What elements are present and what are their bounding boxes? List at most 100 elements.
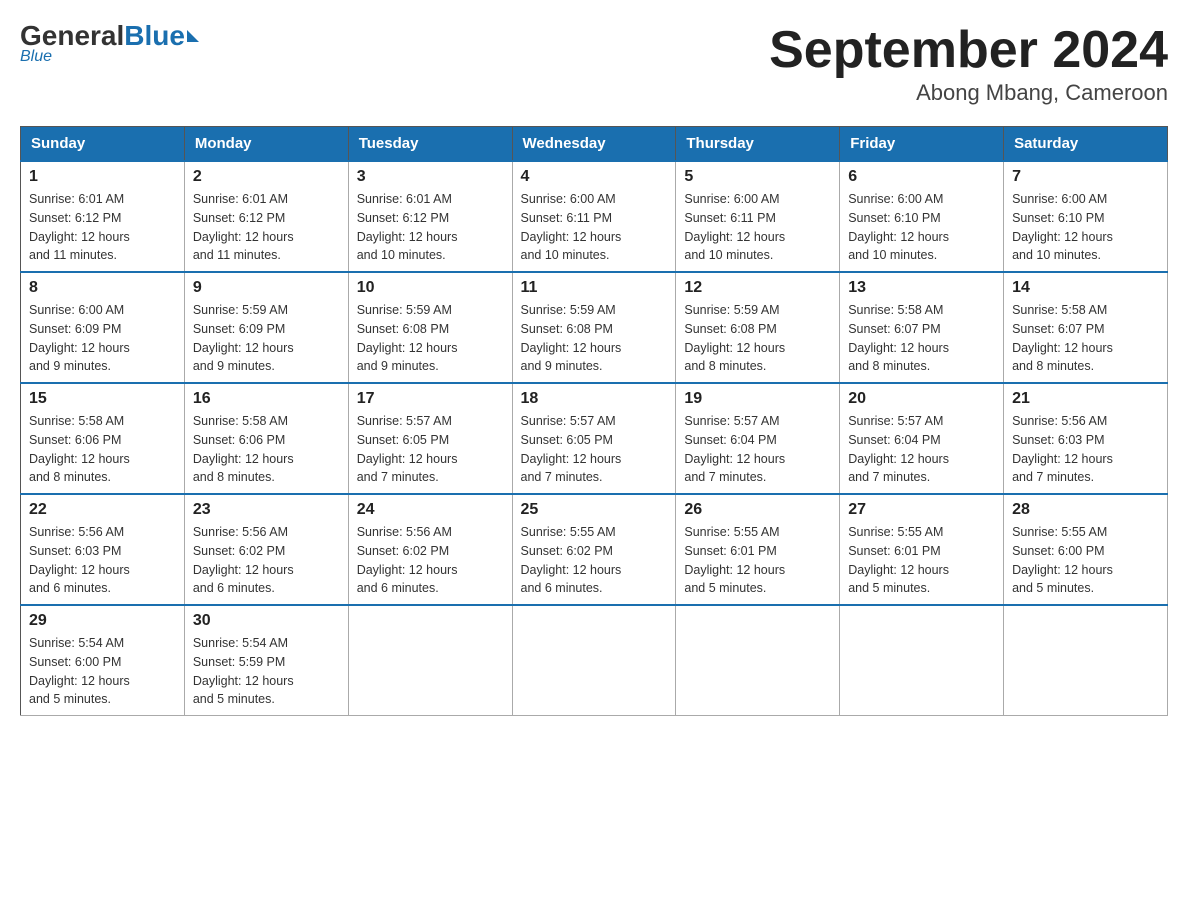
day-number: 11: [521, 279, 668, 297]
day-info: Sunrise: 5:59 AMSunset: 6:09 PMDaylight:…: [193, 303, 294, 373]
day-info: Sunrise: 6:00 AMSunset: 6:11 PMDaylight:…: [684, 192, 785, 262]
logo-underline: Blue: [20, 48, 52, 66]
day-info: Sunrise: 6:00 AMSunset: 6:09 PMDaylight:…: [29, 303, 130, 373]
calendar-cell: 29 Sunrise: 5:54 AMSunset: 6:00 PMDaylig…: [21, 605, 185, 716]
day-info: Sunrise: 5:57 AMSunset: 6:04 PMDaylight:…: [848, 414, 949, 484]
day-info: Sunrise: 5:55 AMSunset: 6:02 PMDaylight:…: [521, 525, 622, 595]
calendar-cell: 7 Sunrise: 6:00 AMSunset: 6:10 PMDayligh…: [1004, 161, 1168, 272]
calendar-header-row: SundayMondayTuesdayWednesdayThursdayFrid…: [21, 127, 1168, 162]
day-info: Sunrise: 5:56 AMSunset: 6:03 PMDaylight:…: [1012, 414, 1113, 484]
day-number: 21: [1012, 390, 1159, 408]
calendar-cell: 20 Sunrise: 5:57 AMSunset: 6:04 PMDaylig…: [840, 383, 1004, 494]
day-number: 17: [357, 390, 504, 408]
calendar-cell: 14 Sunrise: 5:58 AMSunset: 6:07 PMDaylig…: [1004, 272, 1168, 383]
day-number: 1: [29, 168, 176, 186]
calendar-cell: 15 Sunrise: 5:58 AMSunset: 6:06 PMDaylig…: [21, 383, 185, 494]
header-wednesday: Wednesday: [512, 127, 676, 162]
title-block: September 2024 Abong Mbang, Cameroon: [769, 20, 1168, 106]
calendar-cell: [512, 605, 676, 716]
day-info: Sunrise: 5:57 AMSunset: 6:05 PMDaylight:…: [357, 414, 458, 484]
calendar-cell: 24 Sunrise: 5:56 AMSunset: 6:02 PMDaylig…: [348, 494, 512, 605]
day-number: 6: [848, 168, 995, 186]
calendar-cell: 19 Sunrise: 5:57 AMSunset: 6:04 PMDaylig…: [676, 383, 840, 494]
day-number: 26: [684, 501, 831, 519]
day-info: Sunrise: 6:01 AMSunset: 6:12 PMDaylight:…: [29, 192, 130, 262]
day-info: Sunrise: 5:58 AMSunset: 6:07 PMDaylight:…: [1012, 303, 1113, 373]
day-info: Sunrise: 5:55 AMSunset: 6:01 PMDaylight:…: [848, 525, 949, 595]
day-info: Sunrise: 5:56 AMSunset: 6:03 PMDaylight:…: [29, 525, 130, 595]
day-info: Sunrise: 5:54 AMSunset: 5:59 PMDaylight:…: [193, 636, 294, 706]
page-header: GeneralBlue Blue September 2024 Abong Mb…: [20, 20, 1168, 106]
day-info: Sunrise: 5:55 AMSunset: 6:01 PMDaylight:…: [684, 525, 785, 595]
calendar-cell: 18 Sunrise: 5:57 AMSunset: 6:05 PMDaylig…: [512, 383, 676, 494]
calendar-cell: 21 Sunrise: 5:56 AMSunset: 6:03 PMDaylig…: [1004, 383, 1168, 494]
calendar-cell: 26 Sunrise: 5:55 AMSunset: 6:01 PMDaylig…: [676, 494, 840, 605]
calendar-cell: 9 Sunrise: 5:59 AMSunset: 6:09 PMDayligh…: [184, 272, 348, 383]
header-monday: Monday: [184, 127, 348, 162]
calendar-week-row: 1 Sunrise: 6:01 AMSunset: 6:12 PMDayligh…: [21, 161, 1168, 272]
calendar-cell: 11 Sunrise: 5:59 AMSunset: 6:08 PMDaylig…: [512, 272, 676, 383]
day-number: 28: [1012, 501, 1159, 519]
calendar-cell: 22 Sunrise: 5:56 AMSunset: 6:03 PMDaylig…: [21, 494, 185, 605]
calendar-cell: [840, 605, 1004, 716]
day-number: 23: [193, 501, 340, 519]
header-thursday: Thursday: [676, 127, 840, 162]
day-info: Sunrise: 5:56 AMSunset: 6:02 PMDaylight:…: [357, 525, 458, 595]
calendar-cell: [348, 605, 512, 716]
calendar-cell: 17 Sunrise: 5:57 AMSunset: 6:05 PMDaylig…: [348, 383, 512, 494]
calendar-table: SundayMondayTuesdayWednesdayThursdayFrid…: [20, 126, 1168, 716]
calendar-cell: 6 Sunrise: 6:00 AMSunset: 6:10 PMDayligh…: [840, 161, 1004, 272]
day-info: Sunrise: 5:58 AMSunset: 6:07 PMDaylight:…: [848, 303, 949, 373]
day-number: 27: [848, 501, 995, 519]
day-info: Sunrise: 6:00 AMSunset: 6:11 PMDaylight:…: [521, 192, 622, 262]
day-number: 9: [193, 279, 340, 297]
calendar-week-row: 8 Sunrise: 6:00 AMSunset: 6:09 PMDayligh…: [21, 272, 1168, 383]
calendar-cell: 1 Sunrise: 6:01 AMSunset: 6:12 PMDayligh…: [21, 161, 185, 272]
calendar-cell: [1004, 605, 1168, 716]
calendar-week-row: 29 Sunrise: 5:54 AMSunset: 6:00 PMDaylig…: [21, 605, 1168, 716]
day-info: Sunrise: 6:01 AMSunset: 6:12 PMDaylight:…: [357, 192, 458, 262]
calendar-cell: 10 Sunrise: 5:59 AMSunset: 6:08 PMDaylig…: [348, 272, 512, 383]
day-number: 5: [684, 168, 831, 186]
day-number: 15: [29, 390, 176, 408]
day-number: 24: [357, 501, 504, 519]
day-info: Sunrise: 5:57 AMSunset: 6:05 PMDaylight:…: [521, 414, 622, 484]
calendar-cell: 4 Sunrise: 6:00 AMSunset: 6:11 PMDayligh…: [512, 161, 676, 272]
day-info: Sunrise: 5:57 AMSunset: 6:04 PMDaylight:…: [684, 414, 785, 484]
day-number: 22: [29, 501, 176, 519]
day-info: Sunrise: 5:54 AMSunset: 6:00 PMDaylight:…: [29, 636, 130, 706]
day-number: 7: [1012, 168, 1159, 186]
day-info: Sunrise: 5:59 AMSunset: 6:08 PMDaylight:…: [684, 303, 785, 373]
calendar-cell: 25 Sunrise: 5:55 AMSunset: 6:02 PMDaylig…: [512, 494, 676, 605]
day-number: 18: [521, 390, 668, 408]
calendar-cell: 16 Sunrise: 5:58 AMSunset: 6:06 PMDaylig…: [184, 383, 348, 494]
day-number: 8: [29, 279, 176, 297]
day-number: 19: [684, 390, 831, 408]
day-info: Sunrise: 5:59 AMSunset: 6:08 PMDaylight:…: [521, 303, 622, 373]
calendar-cell: 12 Sunrise: 5:59 AMSunset: 6:08 PMDaylig…: [676, 272, 840, 383]
day-number: 2: [193, 168, 340, 186]
calendar-cell: 13 Sunrise: 5:58 AMSunset: 6:07 PMDaylig…: [840, 272, 1004, 383]
day-number: 10: [357, 279, 504, 297]
day-info: Sunrise: 5:58 AMSunset: 6:06 PMDaylight:…: [193, 414, 294, 484]
day-info: Sunrise: 6:01 AMSunset: 6:12 PMDaylight:…: [193, 192, 294, 262]
header-saturday: Saturday: [1004, 127, 1168, 162]
day-info: Sunrise: 5:58 AMSunset: 6:06 PMDaylight:…: [29, 414, 130, 484]
day-number: 12: [684, 279, 831, 297]
day-number: 30: [193, 612, 340, 630]
calendar-cell: 30 Sunrise: 5:54 AMSunset: 5:59 PMDaylig…: [184, 605, 348, 716]
calendar-cell: 8 Sunrise: 6:00 AMSunset: 6:09 PMDayligh…: [21, 272, 185, 383]
day-number: 29: [29, 612, 176, 630]
calendar-cell: 3 Sunrise: 6:01 AMSunset: 6:12 PMDayligh…: [348, 161, 512, 272]
logo: GeneralBlue Blue: [20, 20, 199, 66]
calendar-cell: 23 Sunrise: 5:56 AMSunset: 6:02 PMDaylig…: [184, 494, 348, 605]
day-info: Sunrise: 5:59 AMSunset: 6:08 PMDaylight:…: [357, 303, 458, 373]
calendar-week-row: 22 Sunrise: 5:56 AMSunset: 6:03 PMDaylig…: [21, 494, 1168, 605]
day-info: Sunrise: 5:56 AMSunset: 6:02 PMDaylight:…: [193, 525, 294, 595]
calendar-cell: [676, 605, 840, 716]
day-number: 16: [193, 390, 340, 408]
header-sunday: Sunday: [21, 127, 185, 162]
day-number: 4: [521, 168, 668, 186]
calendar-cell: 5 Sunrise: 6:00 AMSunset: 6:11 PMDayligh…: [676, 161, 840, 272]
day-number: 13: [848, 279, 995, 297]
